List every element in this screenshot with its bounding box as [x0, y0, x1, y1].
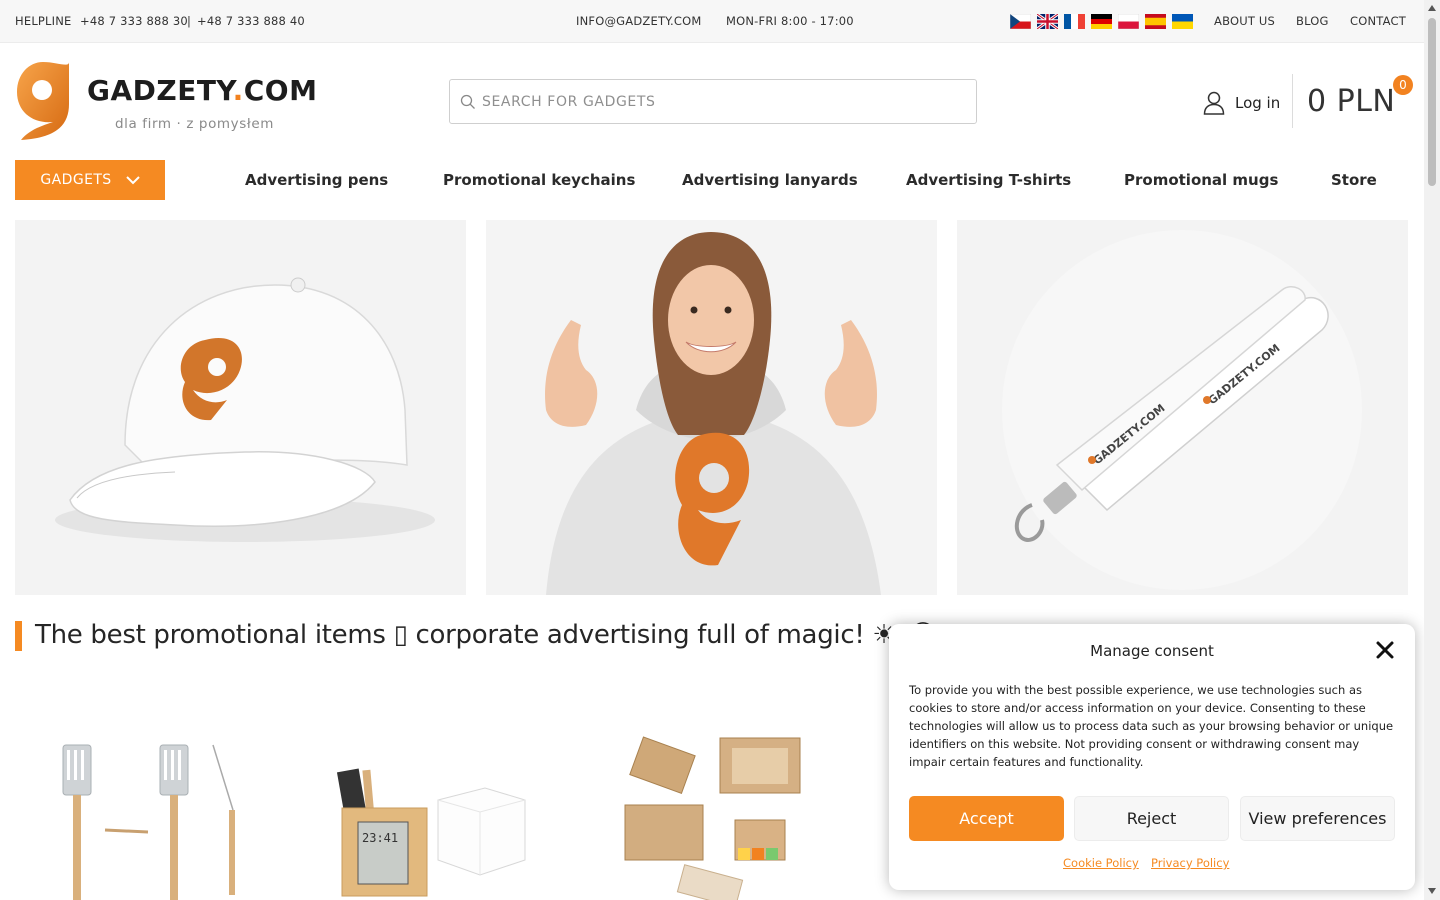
privacy-policy-link[interactable]: Privacy Policy [1151, 856, 1229, 870]
cookie-consent-dialog: Manage consent To provide you with the b… [889, 624, 1415, 890]
product-bbq-tools[interactable] [30, 700, 280, 900]
hero-cap-banner[interactable] [15, 220, 466, 595]
cz-flag-icon[interactable] [1010, 14, 1031, 29]
consent-title: Manage consent [1090, 642, 1214, 660]
pl-flag-icon[interactable] [1118, 14, 1139, 29]
scroll-up-arrow-icon[interactable] [1428, 5, 1436, 11]
scrollbar-thumb[interactable] [1428, 18, 1436, 186]
gadgets-menu-label: GADGETS [40, 172, 112, 188]
nav-advertising-pens[interactable]: Advertising pens [245, 171, 388, 189]
user-icon [1203, 91, 1225, 115]
view-preferences-button[interactable]: View preferences [1240, 796, 1395, 841]
ua-flag-icon[interactable] [1172, 14, 1193, 29]
opening-hours: MON-FRI 8:00 - 17:00 [726, 14, 854, 28]
gadgets-menu-button[interactable]: GADGETS [15, 160, 165, 200]
accept-button[interactable]: Accept [909, 796, 1064, 841]
about-us-link[interactable]: ABOUT US [1214, 14, 1275, 28]
search-icon[interactable] [460, 94, 476, 110]
es-flag-icon[interactable] [1145, 14, 1166, 29]
login-button[interactable]: Log in [1203, 89, 1280, 117]
site-logo[interactable]: GADZETY.COM dla firm · z pomysłem [15, 58, 335, 142]
fr-flag-icon[interactable] [1064, 14, 1085, 29]
nav-advertising-lanyards[interactable]: Advertising lanyards [682, 171, 858, 189]
hero-hoodie-banner[interactable] [486, 220, 937, 595]
nav-advertising-tshirts[interactable]: Advertising T-shirts [906, 171, 1071, 189]
contact-link[interactable]: CONTACT [1350, 14, 1406, 28]
cart-count-badge: 0 [1393, 75, 1413, 95]
pen-holder-clock-image: 23:41 [320, 700, 570, 900]
search-box [449, 79, 977, 124]
header-divider [1292, 74, 1293, 128]
smiling-woman-hoodie-image [486, 220, 937, 595]
helpline-phone-1[interactable]: +48 7 333 888 30 [80, 14, 188, 28]
blog-link[interactable]: BLOG [1296, 14, 1329, 28]
product-pen-holder-clock[interactable]: 23:41 [320, 700, 570, 900]
cookie-policy-link[interactable]: Cookie Policy [1063, 856, 1139, 870]
calendar-clock-display: 23:41 [362, 831, 398, 845]
gb-flag-icon[interactable] [1037, 14, 1058, 29]
reject-button[interactable]: Reject [1074, 796, 1229, 841]
top-bar: HELPLINE +48 7 333 888 30 | +48 7 333 88… [0, 0, 1424, 43]
page-scrollbar[interactable] [1424, 0, 1440, 900]
hero-lanyard-banner[interactable]: GADZETY.COM GADZETY.COM [957, 220, 1408, 595]
contact-email-link[interactable]: INFO@GADZETY.COM [576, 14, 702, 28]
chevron-down-icon [125, 175, 140, 184]
nav-promotional-mugs[interactable]: Promotional mugs [1124, 171, 1278, 189]
helpline-phone-2[interactable]: +48 7 333 888 40 [197, 14, 305, 28]
logo-wordmark: GADZETY.COM [87, 74, 318, 107]
scroll-down-arrow-icon[interactable] [1428, 888, 1436, 894]
logo-g-icon [17, 62, 69, 140]
phone-separator: | [187, 14, 192, 28]
branded-lanyard-image: GADZETY.COM GADZETY.COM [957, 220, 1408, 595]
helpline-label: HELPLINE [15, 14, 72, 28]
nav-store[interactable]: Store [1331, 171, 1377, 189]
de-flag-icon[interactable] [1091, 14, 1112, 29]
product-cardboard-set[interactable] [610, 700, 860, 900]
cart-total[interactable]: 0 PLN [1307, 84, 1395, 119]
consent-description: To provide you with the best possible ex… [909, 683, 1394, 769]
language-switcher [1010, 14, 1193, 29]
login-label: Log in [1235, 94, 1281, 112]
bbq-tools-image [30, 700, 280, 900]
nav-promotional-keychains[interactable]: Promotional keychains [443, 171, 635, 189]
search-input[interactable] [482, 80, 962, 123]
cardboard-set-image [610, 700, 860, 900]
headline-accent-bar [15, 621, 22, 651]
branded-cap-image [15, 220, 466, 595]
logo-tagline: dla firm · z pomysłem [115, 116, 274, 132]
page-headline: The best promotional items ▯ corporate a… [35, 620, 937, 650]
close-icon[interactable] [1375, 640, 1395, 660]
